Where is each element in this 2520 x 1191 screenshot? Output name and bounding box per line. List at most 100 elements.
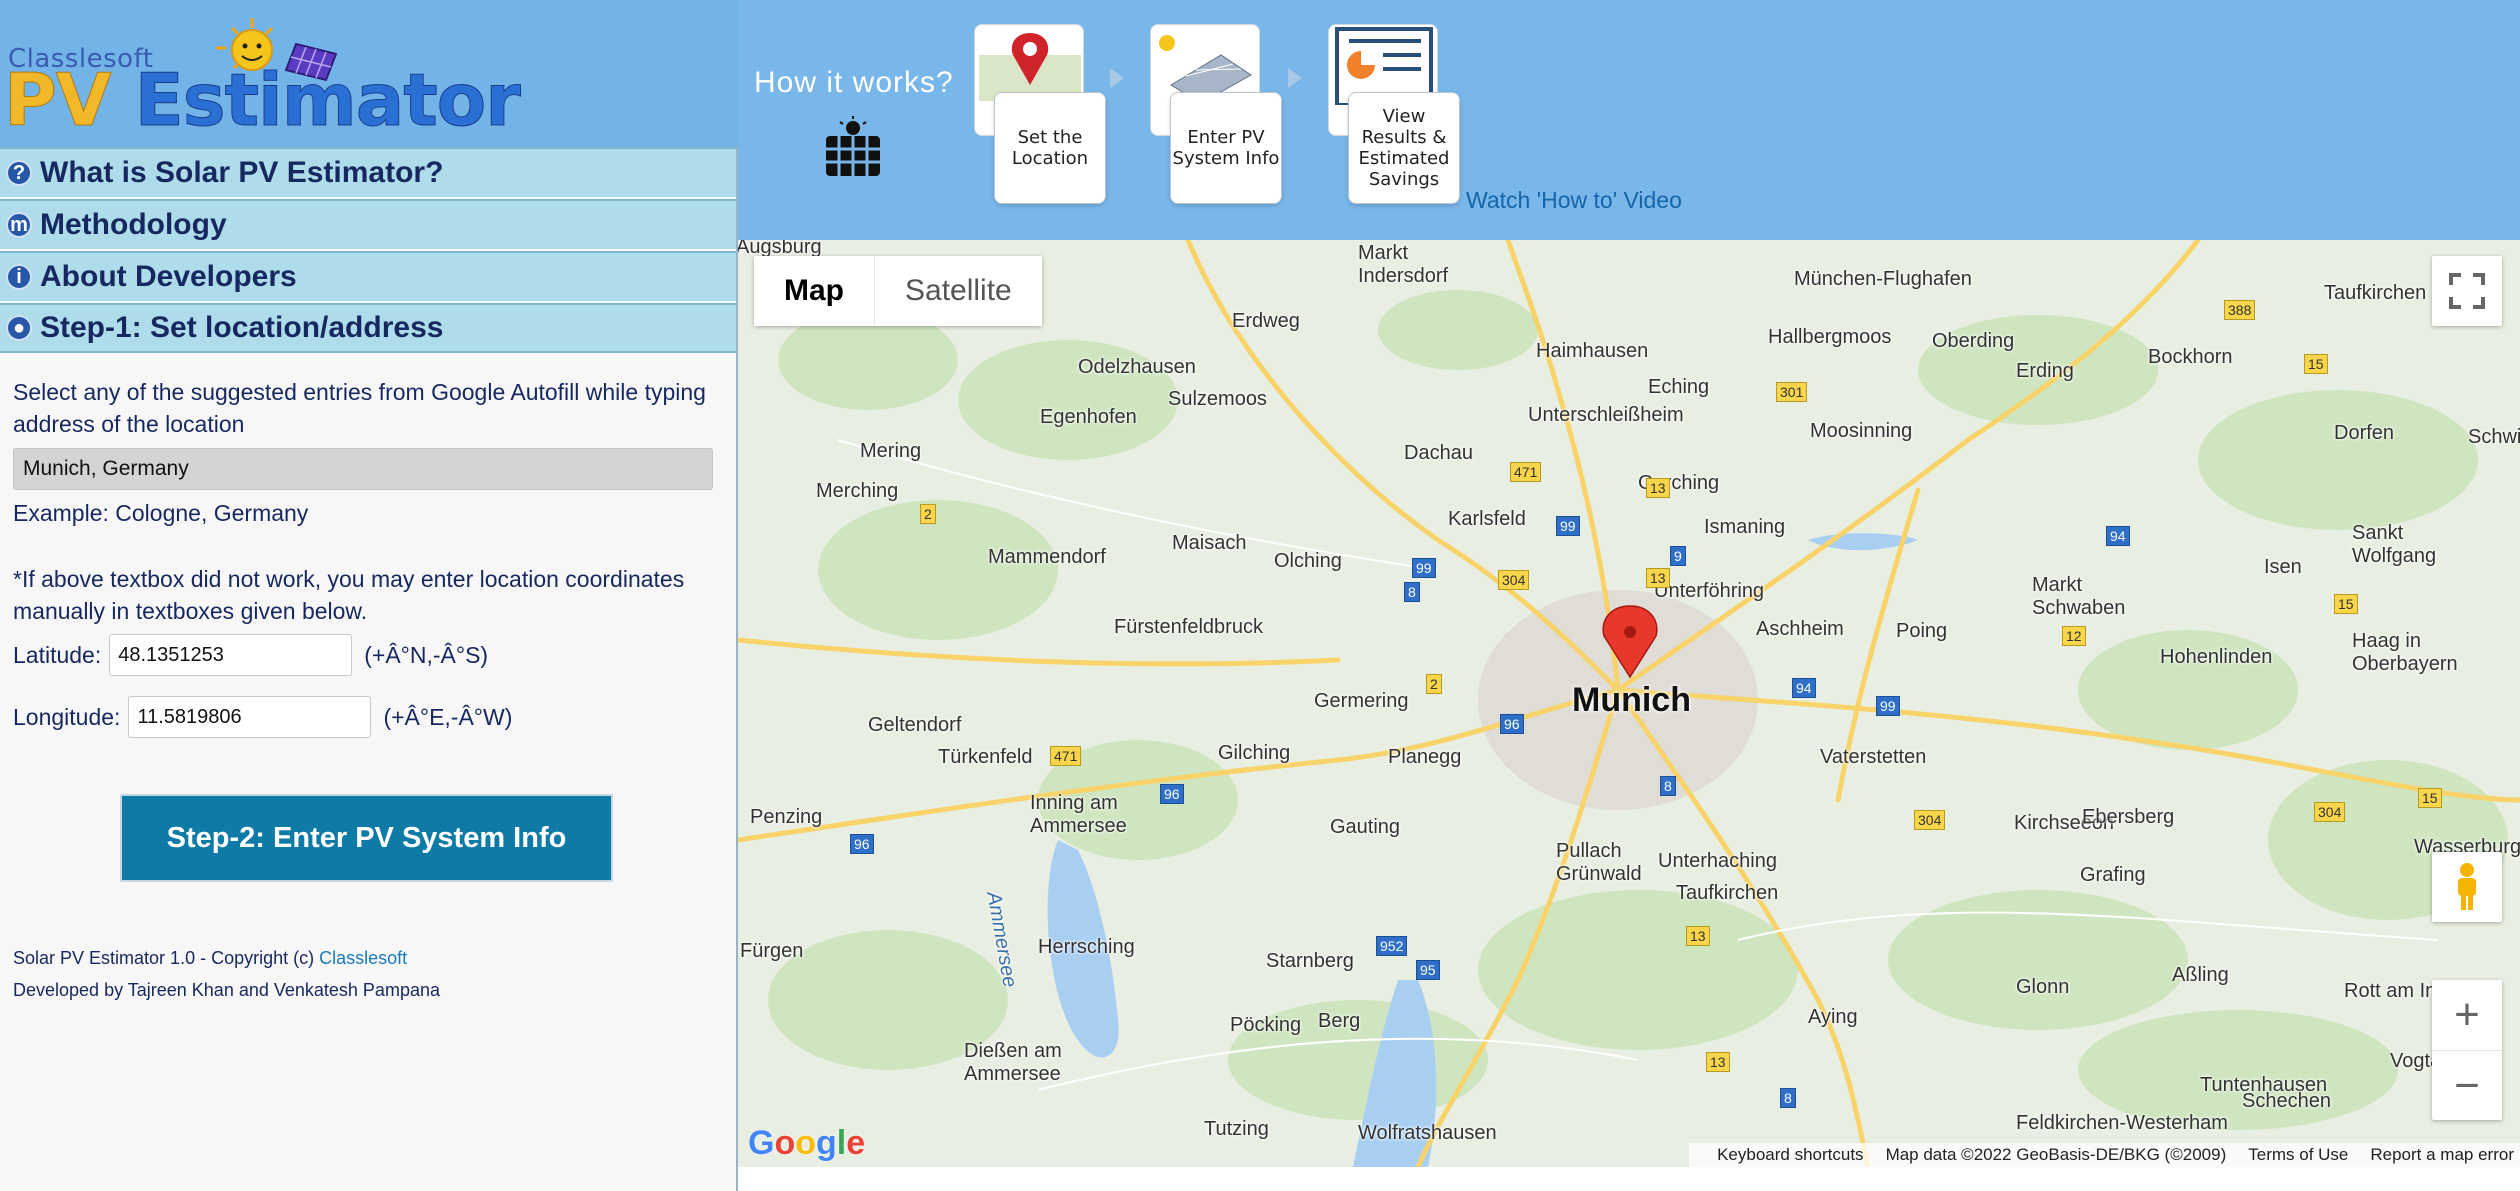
map-place: Penzing (750, 806, 823, 828)
report-error-link[interactable]: Report a map error (2370, 1145, 2514, 1165)
map-place: Herrsching (1038, 936, 1135, 958)
map-place: Vaterstetten (1820, 746, 1927, 768)
road-shield: 8 (1404, 582, 1420, 602)
road-shield: 99 (1412, 558, 1436, 578)
longitude-input[interactable] (128, 696, 372, 738)
road-shield: 15 (2304, 354, 2328, 374)
map-place: Bockhorn (2148, 346, 2233, 368)
road-shield: 304 (1498, 570, 1530, 590)
sidebar-item-label: About Developers (40, 260, 297, 293)
step2-button[interactable]: Step-2: Enter PV System Info (120, 794, 613, 882)
map-attribution: Keyboard shortcuts Map data ©2022 GeoBas… (1689, 1143, 2520, 1167)
map-place: Fürgen (740, 940, 804, 962)
map-place: Erding (2016, 360, 2074, 382)
map-place: Wolfratshausen (1358, 1122, 1497, 1144)
road-shield: 15 (2418, 788, 2442, 808)
road-shield: 94 (2106, 526, 2130, 546)
sidebar-item-methodology[interactable]: m Methodology (0, 199, 736, 249)
company-link[interactable]: Classlesoft (319, 948, 407, 968)
road-shield: 96 (1500, 714, 1524, 734)
zoom-out-button[interactable]: − (2432, 1050, 2502, 1121)
road-shield: 2 (920, 504, 936, 524)
road-shield: 301 (1776, 382, 1808, 402)
map-place: Unterföhring (1654, 580, 1765, 602)
sidebar-item-what-is[interactable]: ? What is Solar PV Estimator? (0, 147, 736, 197)
latitude-input[interactable] (109, 634, 353, 676)
step-set-location: Set the Location (994, 92, 1106, 204)
map-canvas[interactable]: Augsburg Markt Indersdorf München-Flughaf… (738, 240, 2520, 1167)
longitude-label: Longitude: (13, 703, 121, 730)
map-place: Taufkirchen (1676, 882, 1779, 904)
keyboard-shortcuts-link[interactable]: Keyboard shortcuts (1717, 1145, 1863, 1165)
coordinates-note: *If above textbox did not work, you may … (13, 566, 685, 624)
map-place: Sulzemoos (1168, 388, 1267, 410)
map-place: Aßling (2172, 964, 2229, 986)
location-icon: ● (6, 315, 32, 341)
copyright-text: Solar PV Estimator 1.0 - Copyright (c) (13, 948, 320, 968)
road-shield: 12 (2062, 626, 2086, 646)
info-icon: i (6, 264, 32, 290)
address-input[interactable] (13, 448, 713, 490)
latitude-unit: (+Â°N,-Â°S) (364, 641, 489, 668)
app-logo[interactable]: Classlesoft PV Estimator (0, 0, 738, 147)
map-city-label: Munich (1572, 681, 1691, 719)
map-place: Karlsfeld (1448, 508, 1526, 530)
map-place: Ebersberg (2082, 806, 2175, 828)
map-place: Feldkirchen-Westerham (2016, 1112, 2228, 1134)
map-type-satellite-button[interactable]: Satellite (874, 256, 1042, 326)
road-shield: 13 (1686, 926, 1710, 946)
map-place: Merching (816, 480, 899, 502)
map-place: Geltendorf (868, 714, 962, 736)
question-icon: ? (6, 160, 32, 186)
how-to-video-link[interactable]: Watch 'How to' Video (1466, 187, 1682, 214)
map-place: Gauting (1330, 816, 1401, 838)
fullscreen-button[interactable] (2432, 256, 2502, 326)
street-view-pegman[interactable] (2432, 852, 2502, 922)
longitude-row: Longitude: (+Â°E,-Â°W) (13, 696, 512, 738)
sun-panel-icon (216, 18, 338, 82)
road-shield: 95 (1416, 960, 1440, 980)
map-type-map-button[interactable]: Map (754, 256, 874, 326)
developers-text: Developed by Tajreen Khan and Venkatesh … (13, 980, 440, 1000)
map-place: Unterhaching (1658, 850, 1777, 872)
map-place: Hohenlinden (2160, 646, 2273, 668)
map-place: Starnberg (1266, 950, 1354, 972)
pegman-icon (2458, 863, 2476, 910)
map-data-text: Map data ©2022 GeoBasis-DE/BKG (©2009) (1885, 1145, 2227, 1164)
road-shield: 13 (1646, 478, 1670, 498)
longitude-unit: (+Â°E,-Â°W) (383, 703, 513, 730)
latitude-row: Latitude: (+Â°N,-Â°S) (13, 634, 488, 676)
sidebar-item-about[interactable]: i About Developers (0, 251, 736, 301)
step-arrow-icon (1110, 68, 1124, 88)
map-place: Glonn (2016, 976, 2070, 998)
footer: Solar PV Estimator 1.0 - Copyright (c) C… (13, 942, 440, 1006)
latitude-label: Latitude: (13, 641, 102, 668)
map-place: Unterschleißheim (1528, 404, 1684, 426)
road-shield: 304 (2314, 802, 2346, 822)
map-place: Moosinning (1810, 420, 1913, 442)
google-logo[interactable]: Google (748, 1124, 865, 1163)
step1-instructions: Select any of the suggested entries from… (13, 379, 706, 437)
road-shield: 952 (1376, 936, 1408, 956)
map-place: Egenhofen (1040, 406, 1137, 428)
map-place: Haag in Oberbayern (2352, 630, 2458, 675)
fullscreen-icon (2449, 273, 2485, 309)
road-shield: 13 (1706, 1052, 1730, 1072)
step-view-results: View Results & Estimated Savings (1348, 92, 1460, 204)
map-place: Poing (1896, 620, 1948, 642)
map-place: Dießen am Ammersee (964, 1040, 1062, 1085)
map-place: Planegg (1388, 746, 1462, 768)
map-place: Pöcking (1230, 1014, 1302, 1036)
map-place: Dachau (1404, 442, 1473, 464)
map-place: Eching (1648, 376, 1710, 398)
map-place: Gilching (1218, 742, 1291, 764)
map-place: Haimhausen (1536, 340, 1649, 362)
how-it-works-title: How it works? (754, 66, 954, 99)
zoom-in-button[interactable]: + (2432, 980, 2502, 1050)
road-shield: 96 (1160, 784, 1184, 804)
map-place: Dorfen (2334, 422, 2395, 444)
road-shield: 94 (1792, 678, 1816, 698)
sidebar-item-step1[interactable]: ● Step-1: Set location/address (0, 303, 736, 353)
terms-link[interactable]: Terms of Use (2248, 1145, 2348, 1165)
map-place: Schwindegg (2468, 426, 2520, 448)
